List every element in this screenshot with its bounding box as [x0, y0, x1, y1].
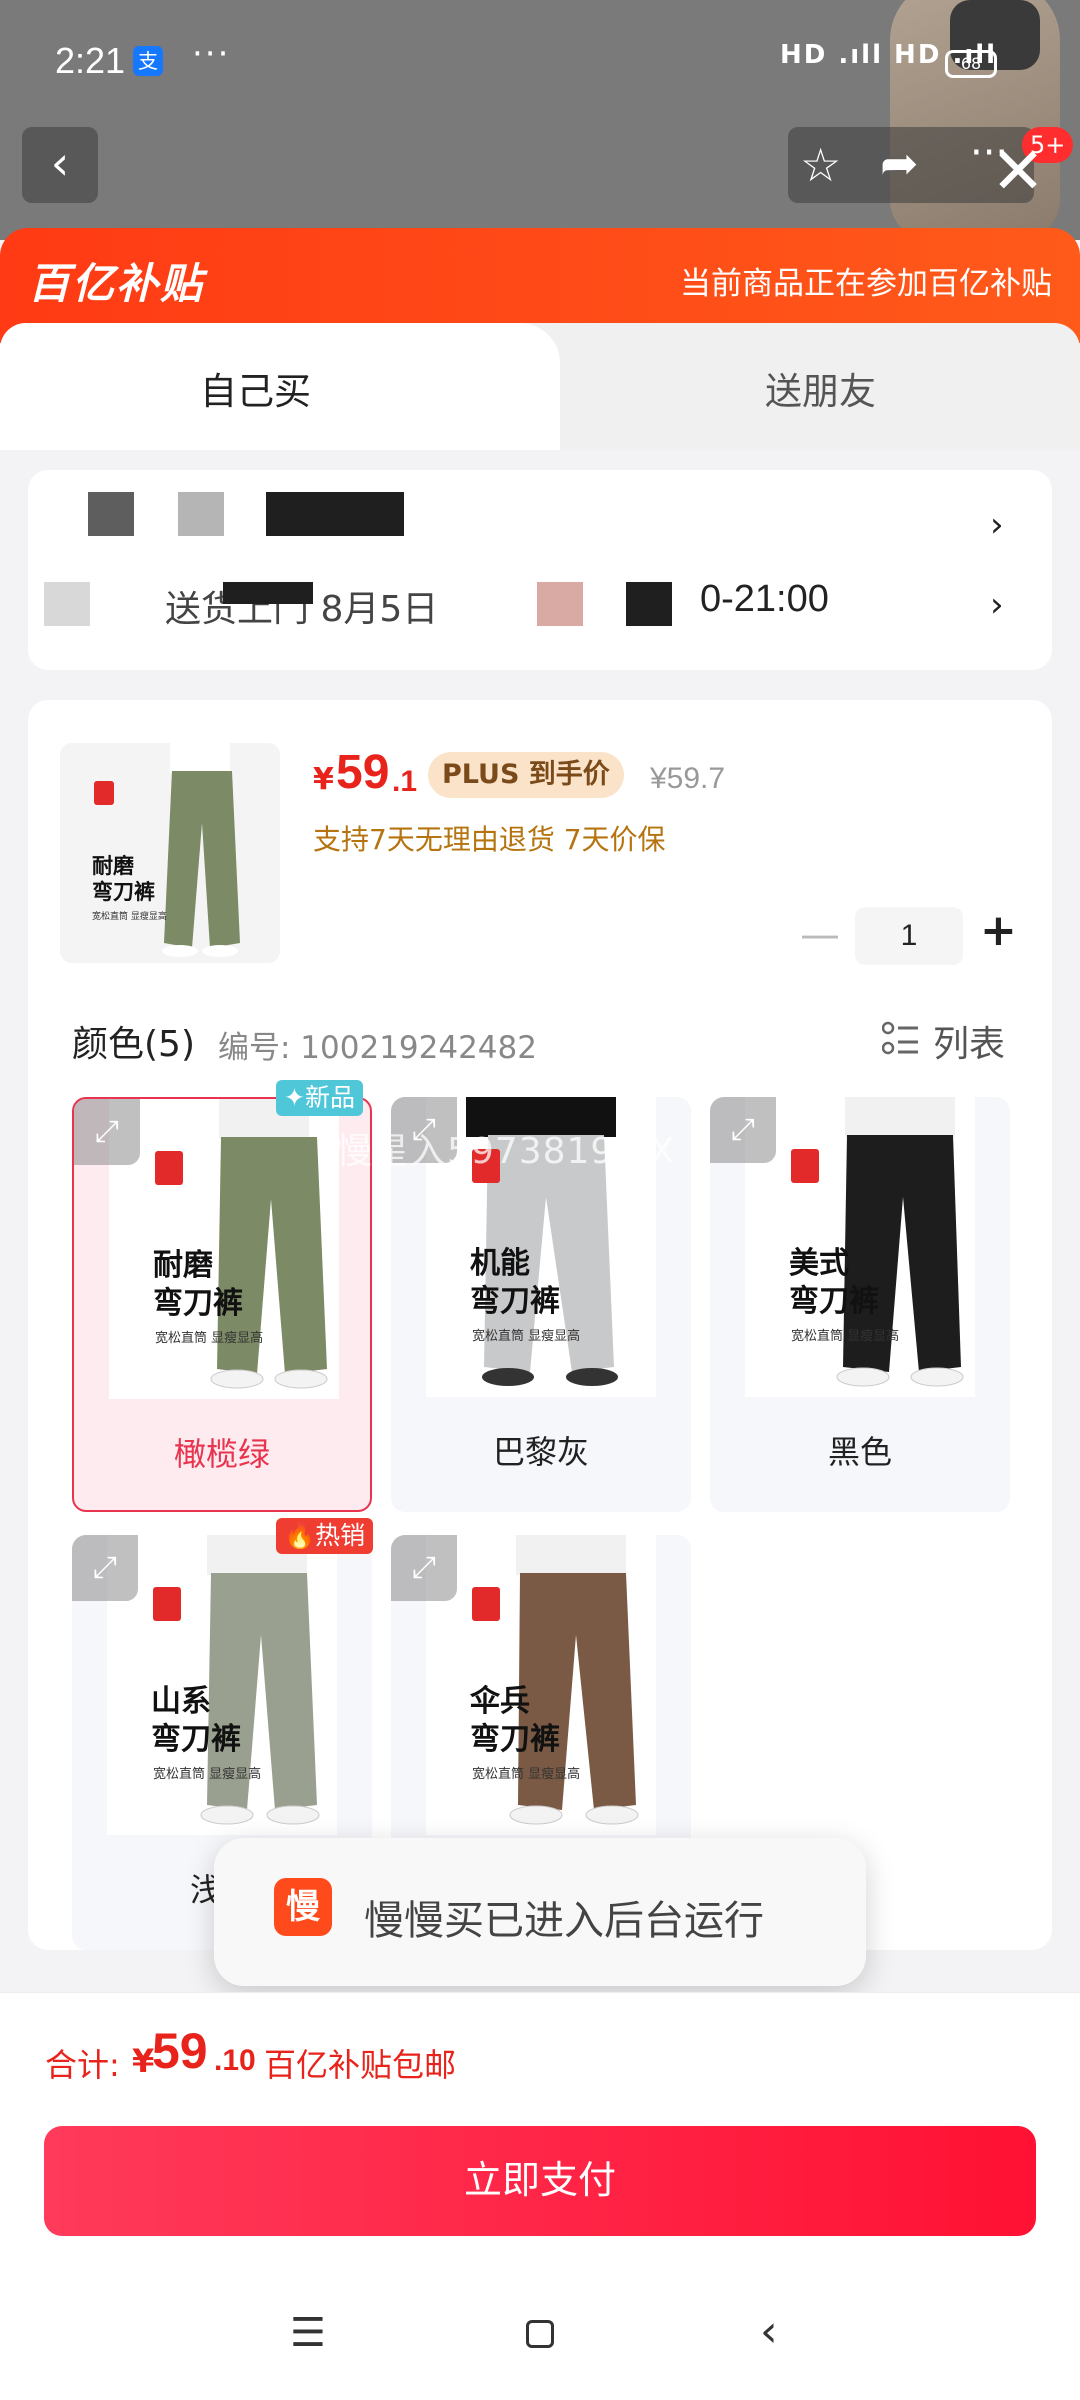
image-sub-text: 宽松直筒 显瘦显高 [472, 1767, 581, 1782]
redacted-block [537, 582, 583, 626]
total-integer: 59 [152, 2023, 208, 2079]
variant-image-text: 耐磨 弯刀裤 [153, 1247, 243, 1323]
tab-friend-label[interactable]: 送朋友 [765, 361, 876, 415]
thumb-line1: 耐磨 [92, 854, 134, 878]
toast-message: 慢慢买已进入后台运行 [364, 1898, 764, 1944]
pay-now-button[interactable]: 立即支付 [44, 2126, 1036, 2236]
app-logo-icon: 慢 [274, 1878, 332, 1936]
brand-logo [94, 781, 114, 805]
variant-option[interactable]: 美式 弯刀裤 宽松直筒 显瘦显高 ⤢ 黑色 [710, 1097, 1010, 1512]
total-symbol: ¥ [132, 2042, 155, 2080]
variant-image-text: 美式 弯刀裤 [789, 1245, 879, 1321]
product-code: 编号: 100219242482 [218, 1030, 537, 1066]
variant-image-text: 山系 弯刀裤 [151, 1683, 241, 1759]
image-text-line2: 弯刀裤 [789, 1284, 879, 1319]
tab-self-label[interactable]: 自己买 [200, 361, 311, 415]
redacted-block [626, 582, 672, 626]
subsidy-logo: 百亿补贴 [28, 259, 205, 308]
image-sub-text: 宽松直筒 显瘦显高 [791, 1329, 900, 1344]
image-text-line1: 机能 [470, 1246, 530, 1281]
quantity-increase-button[interactable]: + [980, 905, 1017, 956]
image-sub-text: 宽松直筒 显瘦显高 [153, 1767, 262, 1782]
status-time: 2:21 [55, 40, 126, 81]
background-toast: 慢 慢慢买已进入后台运行 [214, 1838, 866, 1986]
list-view-icon[interactable] [882, 1020, 920, 1058]
expand-icon[interactable]: ⤢ [391, 1535, 457, 1601]
image-text-line1: 山系 [151, 1684, 211, 1719]
image-text-line1: 美式 [789, 1246, 849, 1281]
price-decimal: .1 [392, 765, 418, 798]
variant-image: 山系 弯刀裤 宽松直筒 显瘦显高 [107, 1535, 337, 1835]
redacted-block [178, 492, 224, 536]
redacted-block [44, 582, 90, 626]
expand-icon[interactable]: ⤢ [74, 1099, 140, 1165]
price-symbol: ¥ [313, 762, 334, 797]
battery-icon: 68 [945, 50, 997, 78]
recent-apps-icon[interactable]: ☰ [290, 2310, 326, 2356]
watermark: 慢星入5973819T X [336, 1131, 676, 1172]
variant-image-text: 伞兵 弯刀裤 [470, 1683, 560, 1759]
address-chevron-icon[interactable]: › [990, 505, 1004, 545]
total-decimal: .10 [214, 2044, 256, 2077]
brand-logo [155, 1151, 183, 1185]
expand-icon[interactable]: ⤢ [710, 1097, 776, 1163]
variant-image: 耐磨 弯刀裤 宽松直筒 显瘦显高 [109, 1099, 339, 1399]
image-text-line2: 弯刀裤 [470, 1722, 560, 1757]
total-label: 合计: [45, 2046, 120, 2084]
brand-logo [472, 1587, 500, 1621]
variant-image: 美式 弯刀裤 宽松直筒 显瘦显高 [745, 1097, 975, 1397]
image-text-line1: 伞兵 [470, 1684, 530, 1719]
original-price: ¥59.7 [650, 762, 726, 795]
image-text-line2: 弯刀裤 [153, 1286, 243, 1321]
expand-icon[interactable]: ⤢ [72, 1535, 138, 1601]
close-icon[interactable]: ✕ [986, 140, 1050, 204]
shipping-note: 百亿补贴包邮 [264, 2046, 457, 2084]
image-text-line2: 弯刀裤 [151, 1722, 241, 1757]
share-icon[interactable]: ➦ [880, 136, 919, 190]
price-integer: 59 [336, 746, 390, 799]
thumb-line2: 弯刀裤 [92, 880, 155, 904]
delivery-chevron-icon[interactable]: › [990, 585, 1004, 625]
hot-sale-tag: 🔥热销 [276, 1518, 374, 1554]
status-bar: 2:21 支 ··· HD .ıll HD .ıll 68 [0, 0, 1080, 120]
subsidy-text: 当前商品正在参加百亿补贴 [680, 266, 1052, 302]
variant-image: 伞兵 弯刀裤 宽松直筒 显瘦显高 [426, 1535, 656, 1835]
new-tag: ✦新品 [276, 1080, 363, 1116]
list-view-label[interactable]: 列表 [933, 1015, 1005, 1067]
nav-back-icon[interactable]: ‹ [760, 2306, 778, 2357]
service-guarantee: 支持7天无理由退货 7天价保 [313, 823, 666, 856]
favorite-icon[interactable]: ☆ [800, 138, 841, 192]
redacted-block [88, 492, 134, 536]
variant-option[interactable]: 耐磨 弯刀裤 宽松直筒 显瘦显高 ⤢ 橄榄绿 [72, 1097, 372, 1512]
product-thumbnail[interactable]: 耐磨 弯刀裤 宽松直筒 显瘦显高 [60, 743, 280, 963]
home-icon[interactable] [526, 2320, 554, 2348]
brand-logo [791, 1149, 819, 1183]
image-text-line2: 弯刀裤 [470, 1284, 560, 1319]
variant-name: 巴黎灰 [492, 1433, 589, 1471]
alipay-icon: 支 [133, 46, 163, 76]
image-sub-text: 宽松直筒 显瘦显高 [472, 1329, 581, 1344]
redacted-block [266, 492, 404, 536]
more-notifications-icon: ··· [192, 34, 231, 74]
brand-logo [153, 1587, 181, 1621]
quantity-input[interactable]: 1 [855, 907, 963, 965]
plus-price-badge: PLUS 到手价 [428, 752, 624, 798]
thumb-text: 耐磨 弯刀裤 [92, 853, 155, 905]
hot-sale-label: 热销 [315, 1521, 366, 1550]
variant-name: 黑色 [827, 1433, 892, 1471]
image-sub-text: 宽松直筒 显瘦显高 [155, 1331, 264, 1346]
thumb-sub: 宽松直筒 显瘦显高 [92, 912, 167, 922]
variant-image-text: 机能 弯刀裤 [470, 1245, 560, 1321]
delivery-time-end: 0-21:00 [700, 578, 829, 620]
variant-name: 橄榄绿 [173, 1435, 270, 1473]
image-text-line1: 耐磨 [153, 1248, 213, 1283]
redacted-block [223, 582, 313, 604]
quantity-decrease-button[interactable]: — [800, 912, 840, 958]
purchase-tabs: 自己买 送朋友 [0, 323, 1080, 453]
back-button[interactable]: ‹ [22, 127, 98, 203]
color-section-title: 颜色(5) [72, 1024, 195, 1065]
